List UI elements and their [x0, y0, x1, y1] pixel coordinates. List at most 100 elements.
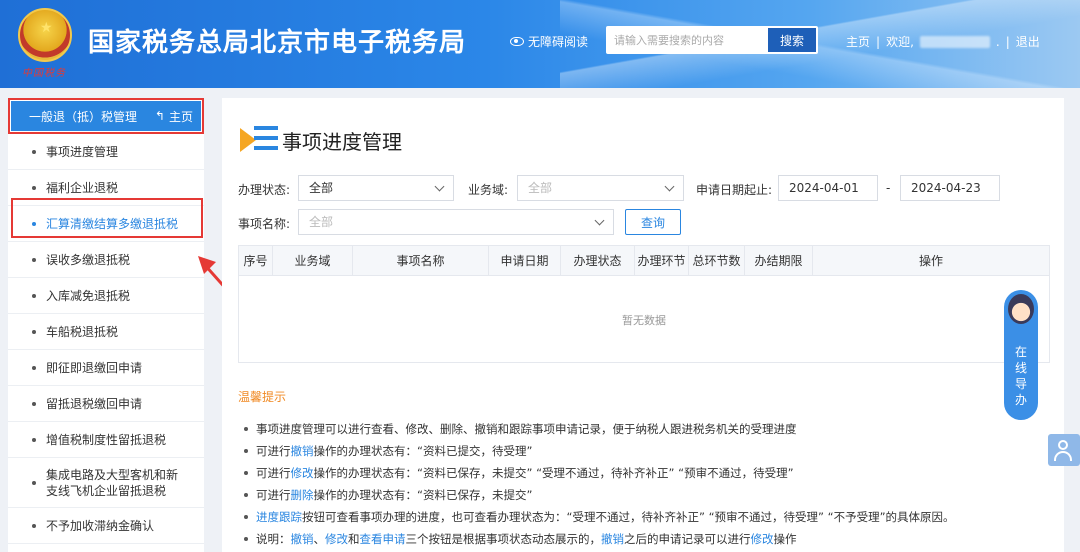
tip-text: 说明：: [256, 532, 291, 546]
empty-state: 暂无数据: [622, 314, 666, 327]
col-header-stage: 办理环节: [635, 246, 689, 276]
domain-select[interactable]: 全部: [517, 175, 684, 201]
tip-link-view[interactable]: 查看申请: [360, 532, 406, 546]
main-panel: 事项进度管理 办理状态: 全部 业务域: 全部 申请日期起止: 2024-04-…: [222, 98, 1064, 552]
online-guide-label: 在线导办: [1004, 344, 1038, 408]
online-guide-text: 在线导办: [1014, 345, 1027, 407]
tips-title: 温馨提示: [238, 390, 287, 404]
col-header-index: 序号: [239, 246, 273, 276]
sidebar-item-label: 留抵退税缴回申请: [46, 397, 143, 411]
tips-list: 事项进度管理可以进行查看、修改、删除、撤销和跟踪事项申请记录，便于纳税人跟进税务…: [244, 418, 1024, 550]
accessibility-link[interactable]: 无障碍阅读: [510, 33, 588, 50]
status-select[interactable]: 全部: [298, 175, 454, 201]
sidebar-item-label: 福利企业退税: [46, 181, 119, 195]
tip-item: 说明：撤销、修改和查看申请三个按钮是根据事项状态动态展示的，撤销之后的申请记录可…: [244, 528, 1024, 550]
bullet-icon: [32, 329, 36, 334]
bullet-icon: [32, 401, 36, 406]
bullet-icon: [32, 293, 36, 298]
tip-link-modify[interactable]: 修改: [325, 532, 348, 546]
search-button[interactable]: 搜索: [768, 28, 816, 52]
home-link[interactable]: 主页: [846, 33, 870, 50]
item-name-value: 全部: [309, 215, 334, 229]
tip-link-modify[interactable]: 修改: [291, 466, 314, 480]
tip-text: 、: [313, 532, 326, 546]
tip-text: 操作的办理状态有：“资料已保存，未提交”: [313, 488, 533, 502]
chevron-down-icon: [434, 181, 445, 192]
tip-link-modify[interactable]: 修改: [751, 532, 774, 546]
tip-link-revoke[interactable]: 撤销: [601, 532, 624, 546]
status-value: 全部: [309, 181, 334, 195]
status-label: 办理状态:: [238, 183, 291, 197]
tip-text: 操作的办理状态有：“资料已提交，待受理”: [313, 444, 533, 458]
col-header-deadline: 办结期限: [745, 246, 813, 276]
separator: |: [876, 34, 881, 49]
tip-item: 进度跟踪按钮可查看事项办理的进度，也可查看办理状态为：“受理不通过，待补齐补正”…: [244, 506, 1024, 528]
bullet-icon: [32, 523, 36, 528]
col-header-actions: 操作: [918, 254, 943, 268]
assistant-avatar-icon: [1008, 294, 1034, 324]
user-float-button[interactable]: [1048, 434, 1080, 466]
page-title: 事项进度管理: [282, 130, 402, 154]
sidebar-item-label: 不予加收滞纳金确认: [46, 519, 155, 533]
highlight-frame-active-item: [11, 198, 203, 238]
welcome-dot: .: [995, 34, 1000, 49]
tip-item: 可进行修改操作的办理状态有：“资料已保存，未提交” “受理不通过，待补齐补正” …: [244, 462, 1024, 484]
tip-link-revoke[interactable]: 撤销: [291, 532, 314, 546]
tip-link-delete[interactable]: 删除: [291, 488, 314, 502]
bullet-icon: [32, 149, 36, 154]
site-title[interactable]: 国家税务总局北京市电子税务局: [88, 22, 466, 59]
domain-value: 全部: [528, 181, 553, 195]
table-header: 序号 业务域 事项名称 申请日期 办理状态 办理环节 总环节数 办结期限 操作: [239, 246, 1049, 276]
logout-link[interactable]: 退出: [1016, 33, 1040, 50]
sidebar-item-vehicle-tax[interactable]: 车船税退抵税: [8, 314, 204, 350]
bullet-icon: [32, 365, 36, 370]
date-range-label: 申请日期起止:: [696, 183, 773, 197]
tip-text: 按钮可查看事项办理的进度，也可查看办理状态为：“受理不通过，待补齐补正” “预审…: [302, 510, 955, 524]
date-end-input[interactable]: 2024-04-23: [900, 175, 1000, 201]
sidebar-item-label: 车船税退抵税: [46, 325, 119, 339]
query-button[interactable]: 查询: [625, 209, 681, 235]
sidebar-item-label: 增值税制度性留抵退税: [46, 433, 167, 447]
emblem-signature: 中国税务: [22, 68, 66, 79]
tip-link-revoke[interactable]: 撤销: [291, 444, 314, 458]
sidebar-item-late-fee[interactable]: 不予加收滞纳金确认: [8, 508, 204, 544]
domain-label: 业务域:: [468, 183, 509, 197]
bullet-icon: [32, 185, 36, 190]
tip-item: 可进行撤销操作的办理状态有：“资料已提交，待受理”: [244, 440, 1024, 462]
sidebar-item-label: 入库减免退抵税: [46, 289, 131, 303]
sidebar-item-vat-credit[interactable]: 增值税制度性留抵退税: [8, 422, 204, 458]
date-start-input[interactable]: 2024-04-01: [778, 175, 878, 201]
item-name-select[interactable]: 全部: [298, 209, 614, 235]
sidebar-item-overpaid[interactable]: 误收多缴退抵税: [8, 242, 204, 278]
tip-link-track[interactable]: 进度跟踪: [256, 510, 302, 524]
username-redacted: [919, 35, 990, 48]
col-header-total-stages: 总环节数: [689, 246, 745, 276]
tip-text: 可进行: [256, 444, 291, 458]
bullet-icon: [32, 437, 36, 442]
chevron-down-icon: [594, 215, 605, 226]
tip-text: 操作: [773, 532, 797, 546]
sidebar-item-exemption[interactable]: 入库减免退抵税: [8, 278, 204, 314]
user-icon: [1058, 440, 1068, 450]
col-header-domain: 业务域: [273, 246, 353, 276]
highlight-frame-header: [8, 98, 204, 134]
sidebar-item-progress[interactable]: 事项进度管理: [8, 134, 204, 170]
top-links: 主页 | 欢迎, . | 退出: [846, 33, 1040, 50]
tip-text: 三个按钮是根据事项状态动态展示的，: [405, 532, 602, 546]
separator: |: [1005, 34, 1010, 49]
tip-item: 事项进度管理可以进行查看、修改、删除、撤销和跟踪事项申请记录，便于纳税人跟进税务…: [244, 418, 1024, 440]
search-input[interactable]: [606, 26, 768, 54]
sidebar-item-label: 集成电路及大型客机和新支线飞机企业留抵退税: [46, 467, 179, 498]
welcome-text: 欢迎,: [886, 35, 914, 49]
star-icon: ★: [40, 20, 53, 36]
online-guide-button[interactable]: 在线导办: [1004, 290, 1038, 420]
sidebar-item-credit-return[interactable]: 留抵退税缴回申请: [8, 386, 204, 422]
tip-text: 可进行: [256, 488, 291, 502]
tip-text: 操作的办理状态有：“资料已保存，未提交” “受理不通过，待补齐补正” “预审不通…: [313, 466, 794, 480]
sidebar-item-label: 事项进度管理: [46, 145, 119, 159]
col-header-status: 办理状态: [561, 246, 635, 276]
site-header: ★ 中国税务 国家税务总局北京市电子税务局 无障碍阅读 搜索 主页 | 欢迎, …: [0, 0, 1080, 88]
sidebar-item-ic-aircraft[interactable]: 集成电路及大型客机和新支线飞机企业留抵退税: [8, 458, 204, 508]
item-name-label: 事项名称:: [238, 217, 291, 231]
sidebar-item-refund-return[interactable]: 即征即退缴回申请: [8, 350, 204, 386]
